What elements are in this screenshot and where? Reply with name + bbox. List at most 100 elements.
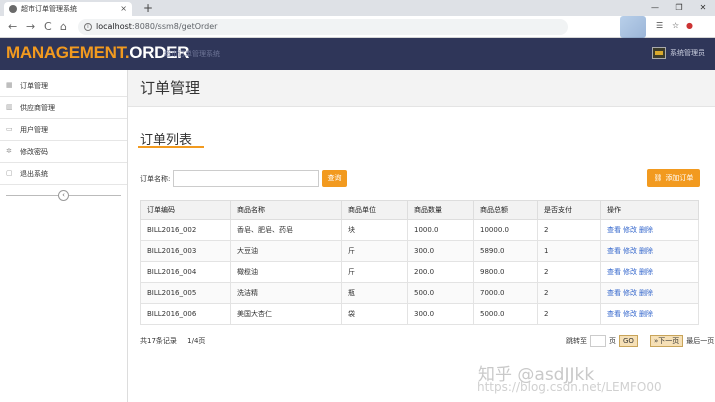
view-link[interactable]: 查看 <box>607 289 621 297</box>
table-row: BILL2016_005 洗洁精 瓶 500.0 7000.0 2 查看 修改 删除 <box>140 282 699 304</box>
watermark-url: https://blog.csdn.net/LEMFO00 <box>477 380 662 394</box>
edit-link[interactable]: 修改 <box>623 247 637 255</box>
column-header: 商品名称 <box>230 200 342 220</box>
cell-actions: 查看 修改 删除 <box>600 303 699 325</box>
next-page-button[interactable]: »下一页 <box>649 335 684 347</box>
column-header: 订单编码 <box>140 200 231 220</box>
delete-link[interactable]: 删除 <box>639 247 653 255</box>
sidebar-item-orders[interactable]: ▦ 订单管理 <box>0 75 127 97</box>
sidebar-item-suppliers[interactable]: ▥ 供应商管理 <box>0 97 127 119</box>
cell-name: 香皂、肥皂、药皂 <box>230 219 342 241</box>
add-order-button[interactable]: ⛓ 添加订单 <box>647 169 700 187</box>
last-page-link[interactable]: 最后一页 <box>686 336 714 346</box>
sidebar: ▦ 订单管理 ▥ 供应商管理 ▭ 用户管理 ✲ 修改密码 ▢ 退出系统 ‹ <box>0 75 127 402</box>
user-menu[interactable]: 系统管理员 <box>652 47 705 59</box>
cell-actions: 查看 修改 删除 <box>600 240 699 262</box>
delete-link[interactable]: 删除 <box>639 310 653 318</box>
sidebar-item-logout[interactable]: ▢ 退出系统 <box>0 163 127 185</box>
close-window-button[interactable]: ✕ <box>691 0 715 16</box>
collapse-button[interactable]: ‹ <box>58 190 69 201</box>
window-controls: — ❐ ✕ <box>643 0 715 16</box>
add-order-label: 添加订单 <box>665 174 694 182</box>
watermark-logo <box>620 16 646 38</box>
cell-code: BILL2016_003 <box>140 240 231 262</box>
cell-actions: 查看 修改 删除 <box>600 282 699 304</box>
avatar <box>652 47 666 59</box>
edit-link[interactable]: 修改 <box>623 268 637 276</box>
section-underline <box>138 146 204 148</box>
app-header: MANAGEMENT.ORDER 超市订单管理系统 系统管理员 <box>0 38 715 70</box>
sidebar-item-password[interactable]: ✲ 修改密码 <box>0 141 127 163</box>
star-icon[interactable]: ☆ <box>672 19 679 33</box>
browser-toolbar: ← → C ⌂ i localhost:8080/ssm8/getOrder ☰… <box>0 16 715 38</box>
tab-title: 超市订单管理系统 <box>21 5 77 13</box>
tab-close-icon[interactable]: × <box>120 2 127 16</box>
column-header: 商品总额 <box>473 200 538 220</box>
page-title: 订单管理 <box>140 79 201 97</box>
search-button[interactable]: 查询 <box>322 170 347 187</box>
browser-tab-bar: 超市订单管理系统 × + — ❐ ✕ <box>0 0 715 16</box>
cell-qty: 300.0 <box>407 303 474 325</box>
cell-actions: 查看 修改 删除 <box>600 261 699 283</box>
table-row: BILL2016_002 香皂、肥皂、药皂 块 1000.0 10000.0 2… <box>140 219 699 241</box>
view-link[interactable]: 查看 <box>607 268 621 276</box>
search-label: 订单名称: <box>140 175 171 183</box>
columns-icon: ▥ <box>6 103 13 111</box>
cell-code: BILL2016_004 <box>140 261 231 283</box>
cell-qty: 1000.0 <box>407 219 474 241</box>
delete-link[interactable]: 删除 <box>639 226 653 234</box>
page-unit-label: 页 <box>609 337 616 345</box>
cell-unit: 斤 <box>341 240 408 262</box>
view-link[interactable]: 查看 <box>607 310 621 318</box>
opera-icon[interactable]: ● <box>686 19 693 33</box>
reload-button[interactable]: C <box>44 20 52 34</box>
info-icon[interactable]: i <box>84 23 92 31</box>
table-header-row: 订单编码 商品名称 商品单位 商品数量 商品总额 是否支付 操作 <box>140 200 699 220</box>
back-button[interactable]: ← <box>8 20 17 34</box>
maximize-button[interactable]: ❐ <box>667 0 691 16</box>
edit-link[interactable]: 修改 <box>623 310 637 318</box>
delete-link[interactable]: 删除 <box>639 268 653 276</box>
pagination: 跳转至 页 GO »下一页 最后一页 <box>566 335 714 347</box>
table-row: BILL2016_006 美国大杏仁 袋 300.0 5000.0 2 查看 修改… <box>140 303 699 325</box>
edit-link[interactable]: 修改 <box>623 226 637 234</box>
cell-name: 洗洁精 <box>230 282 342 304</box>
cell-code: BILL2016_006 <box>140 303 231 325</box>
cell-paid: 2 <box>537 219 601 241</box>
cell-unit: 袋 <box>341 303 408 325</box>
column-header: 操作 <box>600 200 699 220</box>
forward-button[interactable]: → <box>26 20 35 34</box>
cell-total: 9800.0 <box>473 261 538 283</box>
sidebar-item-label: 供应商管理 <box>20 103 55 112</box>
cell-qty: 500.0 <box>407 282 474 304</box>
view-link[interactable]: 查看 <box>607 226 621 234</box>
sidebar-collapse: ‹ <box>0 185 127 207</box>
cell-code: BILL2016_002 <box>140 219 231 241</box>
link-icon: ⛓ <box>653 174 663 182</box>
column-header: 是否支付 <box>537 200 601 220</box>
brand-logo: MANAGEMENT.ORDER <box>6 43 189 63</box>
cell-qty: 300.0 <box>407 240 474 262</box>
extension-icon[interactable]: ☰ <box>656 19 663 33</box>
url-path: :8080/ssm8/getOrder <box>131 22 218 31</box>
url-bar[interactable]: i localhost:8080/ssm8/getOrder <box>78 19 568 35</box>
cell-unit: 斤 <box>341 261 408 283</box>
cell-paid: 2 <box>537 282 601 304</box>
page-header: 订单管理 <box>128 70 715 107</box>
sidebar-item-users[interactable]: ▭ 用户管理 <box>0 119 127 141</box>
page-jump-input[interactable] <box>590 335 606 347</box>
new-tab-button[interactable]: + <box>143 0 153 16</box>
cell-name: 美国大杏仁 <box>230 303 342 325</box>
browser-tab[interactable]: 超市订单管理系统 × <box>4 2 132 16</box>
edit-link[interactable]: 修改 <box>623 289 637 297</box>
search-input[interactable] <box>173 170 319 187</box>
home-button[interactable]: ⌂ <box>60 20 67 34</box>
minimize-button[interactable]: — <box>643 0 667 16</box>
jump-label: 跳转至 <box>566 337 587 345</box>
table-row: BILL2016_003 大豆油 斤 300.0 5890.0 1 查看 修改 删除 <box>140 240 699 262</box>
delete-link[interactable]: 删除 <box>639 289 653 297</box>
go-button[interactable]: GO <box>619 335 638 347</box>
window-icon: ▭ <box>6 125 13 133</box>
sidebar-item-label: 订单管理 <box>20 81 48 90</box>
view-link[interactable]: 查看 <box>607 247 621 255</box>
